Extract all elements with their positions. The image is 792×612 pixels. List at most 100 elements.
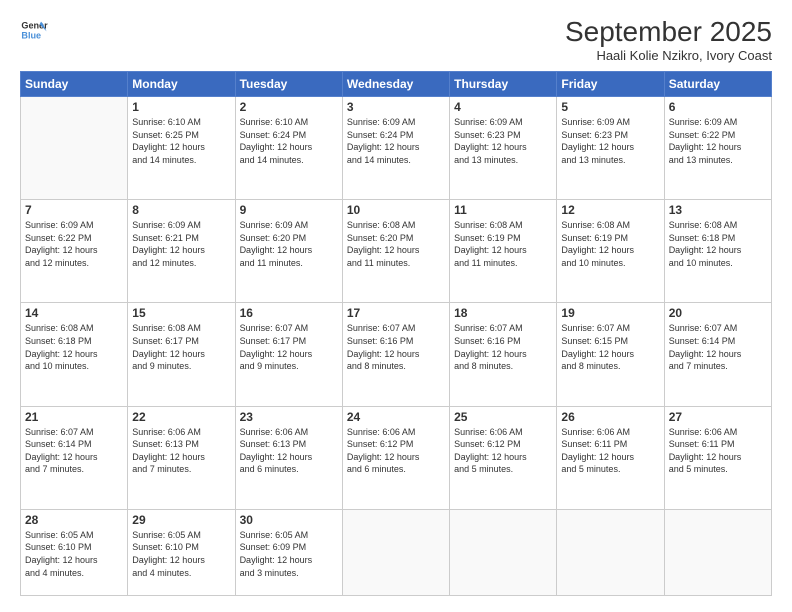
- table-row: 10Sunrise: 6:08 AM Sunset: 6:20 PM Dayli…: [342, 200, 449, 303]
- table-row: 22 Sunrise: 6:06 AM Sunset: 6:13 PM Dayli…: [128, 406, 235, 509]
- day-number: 3: [347, 100, 445, 114]
- col-wednesday: Wednesday: [342, 72, 449, 97]
- day-info: Sunrise: 6:09 AM Sunset: 6:22 PM Dayligh…: [25, 219, 123, 269]
- day-number: 7: [25, 203, 123, 217]
- table-row: [450, 509, 557, 595]
- subtitle: Haali Kolie Nzikro, Ivory Coast: [565, 48, 772, 63]
- day-info: Sunrise: 6:08 AM Sunset: 6:19 PM Dayligh…: [454, 219, 552, 269]
- week-row-3: 21Sunrise: 6:07 AM Sunset: 6:14 PM Dayli…: [21, 406, 772, 509]
- day-number: 6: [669, 100, 767, 114]
- table-row: 26Sunrise: 6:06 AM Sunset: 6:11 PM Dayli…: [557, 406, 664, 509]
- day-info: Sunrise: 6:08 AM Sunset: 6:17 PM Dayligh…: [132, 322, 230, 372]
- logo-icon: General Blue: [20, 16, 48, 44]
- day-number: 21: [25, 410, 123, 424]
- day-info: Sunrise: 6:05 AM Sunset: 6:10 PM Dayligh…: [132, 529, 230, 579]
- header: General Blue September 2025 Haali Kolie …: [20, 16, 772, 63]
- table-row: 8 Sunrise: 6:09 AM Sunset: 6:21 PM Daylig…: [128, 200, 235, 303]
- week-row-0: 1 Sunrise: 6:10 AM Sunset: 6:25 PM Daylig…: [21, 97, 772, 200]
- day-info: Sunrise: 6:09 AM Sunset: 6:22 PM Dayligh…: [669, 116, 767, 166]
- day-info: Sunrise: 6:08 AM Sunset: 6:18 PM Dayligh…: [25, 322, 123, 372]
- day-number: 14: [25, 306, 123, 320]
- week-row-1: 7 Sunrise: 6:09 AM Sunset: 6:22 PM Daylig…: [21, 200, 772, 303]
- logo: General Blue: [20, 16, 48, 44]
- table-row: 24Sunrise: 6:06 AM Sunset: 6:12 PM Dayli…: [342, 406, 449, 509]
- table-row: 23 Sunrise: 6:06 AM Sunset: 6:13 PM Dayli…: [235, 406, 342, 509]
- day-info: Sunrise: 6:06 AM Sunset: 6:12 PM Dayligh…: [454, 426, 552, 476]
- table-row: 13 Sunrise: 6:08 AM Sunset: 6:18 PM Dayli…: [664, 200, 771, 303]
- day-number: 29: [132, 513, 230, 527]
- day-number: 12: [561, 203, 659, 217]
- table-row: [664, 509, 771, 595]
- day-number: 8: [132, 203, 230, 217]
- table-row: 21Sunrise: 6:07 AM Sunset: 6:14 PM Dayli…: [21, 406, 128, 509]
- day-number: 2: [240, 100, 338, 114]
- table-row: 12Sunrise: 6:08 AM Sunset: 6:19 PM Dayli…: [557, 200, 664, 303]
- day-info: Sunrise: 6:05 AM Sunset: 6:10 PM Dayligh…: [25, 529, 123, 579]
- day-info: Sunrise: 6:06 AM Sunset: 6:11 PM Dayligh…: [669, 426, 767, 476]
- table-row: 5 Sunrise: 6:09 AM Sunset: 6:23 PM Daylig…: [557, 97, 664, 200]
- day-info: Sunrise: 6:07 AM Sunset: 6:15 PM Dayligh…: [561, 322, 659, 372]
- table-row: 30Sunrise: 6:05 AM Sunset: 6:09 PM Dayli…: [235, 509, 342, 595]
- day-info: Sunrise: 6:07 AM Sunset: 6:17 PM Dayligh…: [240, 322, 338, 372]
- table-row: [21, 97, 128, 200]
- table-row: 6 Sunrise: 6:09 AM Sunset: 6:22 PM Daylig…: [664, 97, 771, 200]
- table-row: 1 Sunrise: 6:10 AM Sunset: 6:25 PM Daylig…: [128, 97, 235, 200]
- week-row-4: 28 Sunrise: 6:05 AM Sunset: 6:10 PM Dayli…: [21, 509, 772, 595]
- table-row: 27 Sunrise: 6:06 AM Sunset: 6:11 PM Dayli…: [664, 406, 771, 509]
- table-row: 19 Sunrise: 6:07 AM Sunset: 6:15 PM Dayli…: [557, 303, 664, 406]
- day-number: 15: [132, 306, 230, 320]
- day-number: 13: [669, 203, 767, 217]
- day-info: Sunrise: 6:06 AM Sunset: 6:11 PM Dayligh…: [561, 426, 659, 476]
- table-row: 28 Sunrise: 6:05 AM Sunset: 6:10 PM Dayli…: [21, 509, 128, 595]
- table-row: 16Sunrise: 6:07 AM Sunset: 6:17 PM Dayli…: [235, 303, 342, 406]
- day-info: Sunrise: 6:07 AM Sunset: 6:16 PM Dayligh…: [454, 322, 552, 372]
- day-info: Sunrise: 6:08 AM Sunset: 6:18 PM Dayligh…: [669, 219, 767, 269]
- week-row-2: 14 Sunrise: 6:08 AM Sunset: 6:18 PM Dayli…: [21, 303, 772, 406]
- day-number: 4: [454, 100, 552, 114]
- day-number: 17: [347, 306, 445, 320]
- day-number: 1: [132, 100, 230, 114]
- day-info: Sunrise: 6:09 AM Sunset: 6:20 PM Dayligh…: [240, 219, 338, 269]
- title-block: September 2025 Haali Kolie Nzikro, Ivory…: [565, 16, 772, 63]
- table-row: 2Sunrise: 6:10 AM Sunset: 6:24 PM Daylig…: [235, 97, 342, 200]
- table-row: 7 Sunrise: 6:09 AM Sunset: 6:22 PM Daylig…: [21, 200, 128, 303]
- day-info: Sunrise: 6:06 AM Sunset: 6:13 PM Dayligh…: [240, 426, 338, 476]
- day-info: Sunrise: 6:09 AM Sunset: 6:23 PM Dayligh…: [454, 116, 552, 166]
- table-row: 4 Sunrise: 6:09 AM Sunset: 6:23 PM Daylig…: [450, 97, 557, 200]
- month-title: September 2025: [565, 16, 772, 48]
- day-info: Sunrise: 6:09 AM Sunset: 6:21 PM Dayligh…: [132, 219, 230, 269]
- day-info: Sunrise: 6:06 AM Sunset: 6:12 PM Dayligh…: [347, 426, 445, 476]
- col-saturday: Saturday: [664, 72, 771, 97]
- header-row: Sunday Monday Tuesday Wednesday Thursday…: [21, 72, 772, 97]
- table-row: 15 Sunrise: 6:08 AM Sunset: 6:17 PM Dayli…: [128, 303, 235, 406]
- day-number: 22: [132, 410, 230, 424]
- day-number: 9: [240, 203, 338, 217]
- day-number: 19: [561, 306, 659, 320]
- day-number: 11: [454, 203, 552, 217]
- table-row: 14 Sunrise: 6:08 AM Sunset: 6:18 PM Dayli…: [21, 303, 128, 406]
- day-info: Sunrise: 6:06 AM Sunset: 6:13 PM Dayligh…: [132, 426, 230, 476]
- day-number: 23: [240, 410, 338, 424]
- day-number: 20: [669, 306, 767, 320]
- col-thursday: Thursday: [450, 72, 557, 97]
- day-info: Sunrise: 6:10 AM Sunset: 6:25 PM Dayligh…: [132, 116, 230, 166]
- day-info: Sunrise: 6:09 AM Sunset: 6:23 PM Dayligh…: [561, 116, 659, 166]
- day-info: Sunrise: 6:05 AM Sunset: 6:09 PM Dayligh…: [240, 529, 338, 579]
- day-number: 27: [669, 410, 767, 424]
- day-number: 10: [347, 203, 445, 217]
- day-info: Sunrise: 6:07 AM Sunset: 6:14 PM Dayligh…: [669, 322, 767, 372]
- day-info: Sunrise: 6:07 AM Sunset: 6:16 PM Dayligh…: [347, 322, 445, 372]
- svg-text:Blue: Blue: [21, 30, 41, 40]
- day-number: 18: [454, 306, 552, 320]
- table-row: 18 Sunrise: 6:07 AM Sunset: 6:16 PM Dayli…: [450, 303, 557, 406]
- day-number: 25: [454, 410, 552, 424]
- table-row: [557, 509, 664, 595]
- day-number: 28: [25, 513, 123, 527]
- table-row: 11 Sunrise: 6:08 AM Sunset: 6:19 PM Dayli…: [450, 200, 557, 303]
- day-info: Sunrise: 6:09 AM Sunset: 6:24 PM Dayligh…: [347, 116, 445, 166]
- day-number: 5: [561, 100, 659, 114]
- col-friday: Friday: [557, 72, 664, 97]
- col-monday: Monday: [128, 72, 235, 97]
- table-row: 25 Sunrise: 6:06 AM Sunset: 6:12 PM Dayli…: [450, 406, 557, 509]
- calendar-table: Sunday Monday Tuesday Wednesday Thursday…: [20, 71, 772, 596]
